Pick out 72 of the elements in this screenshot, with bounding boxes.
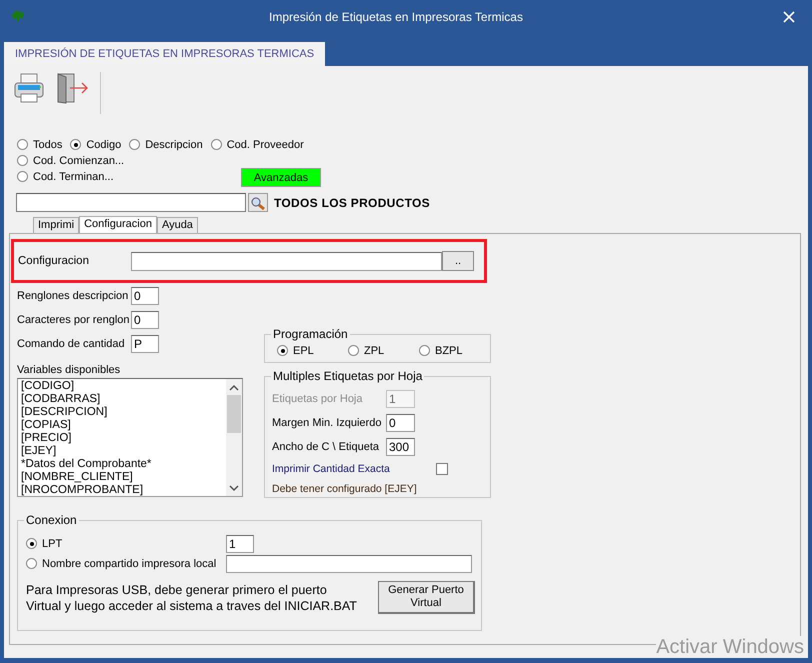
radio-label[interactable]: Cod. Proveedor: [226, 138, 304, 150]
config-field[interactable]: [131, 252, 442, 270]
generate-port-button[interactable]: Generar Puerto Virtual: [378, 581, 475, 614]
advanced-button[interactable]: Avanzadas: [241, 168, 321, 187]
group-title: Programación: [271, 327, 350, 341]
radio-label[interactable]: Codigo: [86, 138, 122, 150]
search-button[interactable]: [248, 193, 268, 212]
field-label: Margen Min. Izquierdo: [272, 417, 382, 429]
tree-icon: [10, 9, 26, 25]
radio-button[interactable]: [26, 538, 37, 549]
input-field[interactable]: 0: [386, 414, 415, 432]
checkbox[interactable]: [436, 463, 448, 475]
scrollbar-thumb[interactable]: [227, 395, 241, 433]
radio-button[interactable]: [277, 345, 288, 356]
radio-label[interactable]: Cod. Terminan...: [33, 170, 114, 182]
exit-icon[interactable]: [56, 72, 90, 104]
list-label: Variables disponibles: [17, 364, 122, 376]
scroll-up-icon[interactable]: [229, 384, 239, 392]
list-item[interactable]: [COPIAS]: [21, 419, 226, 432]
radio-label[interactable]: ZPL: [364, 344, 384, 356]
radio-label[interactable]: BZPL: [435, 344, 463, 356]
field-label: Renglones descripcion: [17, 290, 130, 302]
radio-button[interactable]: [348, 345, 359, 356]
radio-button[interactable]: [17, 171, 28, 182]
usb-note: Para Impresoras USB, debe generar primero el puerto Virtual y luego acceder al sistema a traves del INICIAR.BAT: [26, 582, 358, 614]
radio-button[interactable]: [210, 139, 222, 150]
list-item[interactable]: [DESCRIPCION]: [21, 406, 226, 419]
list-item[interactable]: [NOMBRE_CLIENTE]: [21, 471, 226, 484]
group-title: Conexion: [24, 513, 79, 527]
checkbox-label: Imprimir Cantidad Exacta: [272, 463, 391, 475]
field-label: Configuracion: [18, 255, 90, 267]
radio-button[interactable]: [17, 155, 28, 166]
radio-label[interactable]: EPL: [293, 344, 314, 356]
input-field[interactable]: P: [131, 334, 159, 352]
tab[interactable]: Configuracion: [79, 216, 157, 233]
list-item[interactable]: [EJEY]: [21, 445, 226, 458]
scroll-down-icon[interactable]: [229, 484, 239, 492]
list-item[interactable]: [PRECIO]: [21, 432, 226, 445]
list-item[interactable]: *Datos del Comprobante*: [21, 458, 226, 471]
main-tab[interactable]: IMPRESIÓN DE ETIQUETAS EN IMPRESORAS TERMICAS: [4, 42, 326, 66]
input-field[interactable]: 0: [131, 286, 159, 304]
window-title: Impresión de Etiquetas en Impresoras Termicas: [268, 10, 524, 24]
field-label: Etiquetas por Hoja: [272, 393, 364, 405]
radio-label[interactable]: Todos: [33, 138, 62, 150]
input-field[interactable]: 300: [386, 438, 415, 456]
radio-button[interactable]: [129, 139, 140, 150]
field-label: Comando de cantidad: [17, 338, 126, 350]
input-field[interactable]: 0: [131, 310, 159, 328]
radio-label[interactable]: Descripcion: [145, 138, 203, 150]
list-item[interactable]: [NROCOMPROBANTE]: [21, 484, 226, 496]
radio-label[interactable]: Cod. Comienzan...: [33, 154, 124, 166]
field-label: Caracteres por renglon: [17, 314, 131, 326]
radio-button[interactable]: [17, 139, 28, 150]
scope-label: TODOS LOS PRODUCTOS: [274, 196, 430, 210]
radio-button[interactable]: [70, 139, 82, 150]
field-label: Ancho de C \ Etiqueta: [272, 441, 380, 453]
list-item[interactable]: [CODBARRAS]: [21, 393, 226, 406]
group-title: Multiples Etiquetas por Hoja: [271, 369, 424, 383]
browse-button[interactable]: ..: [442, 251, 474, 271]
search-field[interactable]: [16, 193, 246, 212]
list-item[interactable]: [CODIGO]: [21, 380, 226, 393]
printer-icon[interactable]: [12, 72, 46, 104]
input-field[interactable]: 1: [226, 534, 254, 552]
note-text: Debe tener configurado [EJEY]: [272, 483, 418, 495]
radio-label[interactable]: LPT: [42, 538, 62, 550]
tab[interactable]: Ayuda: [156, 217, 198, 233]
tab[interactable]: Imprimi: [33, 217, 80, 233]
radio-button[interactable]: [419, 345, 430, 356]
input-field[interactable]: [226, 554, 472, 572]
radio-label[interactable]: Nombre compartido impresora local: [42, 558, 216, 570]
variables-list[interactable]: [CODIGO] [CODBARRAS] [DESCRIPCION] [COPIAS] [PRECIO] [EJEY] *Datos del Comprobante* [NOMBRE_CLIENTE] [NROCOMPROBANTE]: [17, 378, 243, 497]
radio-button[interactable]: [26, 558, 37, 569]
